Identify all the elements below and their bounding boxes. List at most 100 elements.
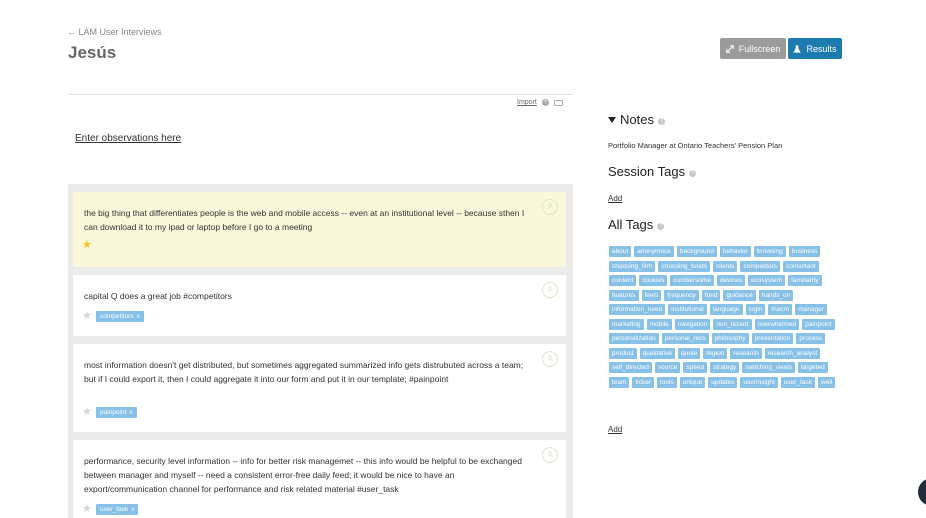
tag-chip[interactable]: language <box>709 304 743 315</box>
tag-chip[interactable]: ticker <box>632 376 654 388</box>
remove-tag-icon[interactable]: x <box>137 313 140 320</box>
results-button[interactable]: Results <box>788 38 842 59</box>
tag-chip[interactable]: about <box>609 246 632 257</box>
notes-text[interactable]: Portfolio Manager at Ontario Teachers' P… <box>608 141 782 150</box>
tag-chip[interactable]: frequency <box>664 289 699 301</box>
observation-tag[interactable]: painpoint x <box>96 407 137 418</box>
notes-toggle[interactable]: Notes ? <box>608 112 665 127</box>
tag-chip[interactable]: features <box>609 289 639 301</box>
tag-chip[interactable]: switching_views <box>742 362 795 373</box>
tag-chip[interactable]: business <box>788 246 821 257</box>
star-icon[interactable]: ★ <box>82 240 92 251</box>
observation-card[interactable]: performance, security level information … <box>73 440 566 518</box>
observation-card[interactable]: capital Q does a great job #competitors … <box>73 275 566 336</box>
tag-chip[interactable]: login <box>745 304 766 315</box>
tag-chip[interactable]: quote <box>677 347 701 359</box>
tag-chip[interactable]: region <box>703 347 728 359</box>
tag-chip[interactable]: research <box>730 347 762 359</box>
observation-tag[interactable]: user_task x <box>96 504 139 515</box>
vote-count-badge[interactable]: 0 <box>542 447 558 463</box>
tag-chip[interactable]: targeted <box>797 362 828 373</box>
tag-chip[interactable]: process <box>796 333 826 344</box>
add-session-tag-link[interactable]: Add <box>608 194 622 203</box>
all-tags-heading: All Tags <box>608 217 654 232</box>
star-icon[interactable]: ★ <box>82 407 92 418</box>
help-icon[interactable]: ? <box>541 99 549 106</box>
tag-chip[interactable]: unique <box>679 376 706 388</box>
help-icon[interactable]: ? <box>657 222 665 230</box>
tag-chip[interactable]: well <box>818 376 836 388</box>
remove-tag-icon[interactable]: x <box>129 409 132 416</box>
observation-text: most information doesn't get distributed… <box>84 360 524 384</box>
tag-chip[interactable]: philosophy <box>711 333 749 344</box>
breadcrumb[interactable]: ← LAM User Interviews <box>67 27 162 37</box>
tag-chip[interactable]: mobile <box>646 318 672 330</box>
enter-observations-link[interactable]: Enter observations here <box>75 133 181 144</box>
tag-chip[interactable]: consultant <box>783 260 819 272</box>
vote-count-badge[interactable]: 0 <box>542 351 558 367</box>
tag-chip[interactable]: source <box>654 362 681 373</box>
tag-chip[interactable]: information_need <box>609 304 666 315</box>
fullscreen-button[interactable]: Fullscreen <box>720 38 786 59</box>
star-icon[interactable]: ★ <box>82 504 92 515</box>
tag-chip[interactable]: non_lazard <box>713 318 752 330</box>
page-title: Jesús <box>68 43 117 62</box>
tag-chip[interactable]: behavior <box>719 246 751 257</box>
tag-chip[interactable]: clients <box>713 260 738 272</box>
tag-chip[interactable]: familiarity <box>788 275 822 286</box>
vote-count-badge[interactable]: 0 <box>542 199 558 215</box>
tag-chip[interactable]: updates <box>708 376 738 388</box>
vote-count-badge[interactable]: 0 <box>542 282 558 298</box>
tag-chip[interactable]: personalization <box>609 333 659 344</box>
observation-tag[interactable]: competitors x <box>96 311 144 322</box>
help-icon[interactable]: ? <box>657 117 665 125</box>
tag-chip[interactable]: cookies <box>639 275 668 286</box>
tag-chip[interactable]: choosing_funds <box>658 260 711 272</box>
tag-chip[interactable]: competitors <box>740 260 781 272</box>
tag-chip[interactable]: strategy <box>710 362 740 373</box>
tag-chip[interactable]: anonymous <box>634 246 674 257</box>
star-icon[interactable]: ★ <box>82 311 92 322</box>
tag-chip[interactable]: navigation <box>674 318 711 330</box>
tag-chip[interactable]: personal_recs <box>661 333 709 344</box>
notes-heading: Notes <box>620 112 654 127</box>
tag-chip[interactable]: browsing <box>753 246 786 257</box>
tag-chip[interactable]: userinsight <box>740 376 778 388</box>
remove-tag-icon[interactable]: x <box>131 506 134 513</box>
observation-card[interactable]: most information doesn't get distributed… <box>73 344 566 432</box>
tag-chip[interactable]: guidance <box>723 289 756 301</box>
tag-chip[interactable]: qualitative <box>639 347 675 359</box>
tag-chip[interactable]: content <box>609 275 637 286</box>
tag-chip[interactable]: presentation <box>751 333 794 344</box>
tag-chip[interactable]: devices <box>716 275 745 286</box>
tag-chip[interactable]: fund <box>701 289 721 301</box>
tag-chip[interactable]: choosing_firm <box>609 260 656 272</box>
email-icon[interactable] <box>553 99 563 106</box>
tag-chip[interactable]: product <box>609 347 637 359</box>
observation-text: the big thing that differentiates people… <box>84 208 525 232</box>
tag-chip[interactable]: user_task <box>780 376 816 388</box>
tag-chip[interactable]: feels <box>641 289 662 301</box>
tag-chip[interactable]: manager <box>795 304 827 315</box>
tag-chip[interactable]: self_directed <box>609 362 652 373</box>
tag-chip[interactable]: hands_on <box>758 289 794 301</box>
chat-widget-button[interactable] <box>918 478 926 506</box>
tag-chip[interactable]: tools <box>656 376 677 388</box>
import-link[interactable]: Import <box>517 99 537 106</box>
tag-chip[interactable]: speed <box>683 362 708 373</box>
caret-down-icon <box>608 116 616 123</box>
tag-chip[interactable]: institutional <box>668 304 707 315</box>
tag-chip[interactable]: macro <box>768 304 793 315</box>
add-tag-link[interactable]: Add <box>608 425 622 434</box>
tag-chip[interactable]: marketing <box>609 318 644 330</box>
observation-text: capital Q does a great job #competitors <box>84 291 232 301</box>
help-icon[interactable]: ? <box>689 169 697 177</box>
tag-chip[interactable]: team <box>609 376 630 388</box>
observation-card[interactable]: the big thing that differentiates people… <box>73 192 566 267</box>
tag-chip[interactable]: overwhelmed <box>754 318 800 330</box>
tag-chip[interactable]: research_analyst <box>764 347 821 359</box>
tag-chip[interactable]: cumbersome <box>670 275 714 286</box>
tag-chip[interactable]: background <box>676 246 717 257</box>
tag-chip[interactable]: ecosystem <box>748 275 786 286</box>
tag-chip[interactable]: painpoint <box>802 318 835 330</box>
